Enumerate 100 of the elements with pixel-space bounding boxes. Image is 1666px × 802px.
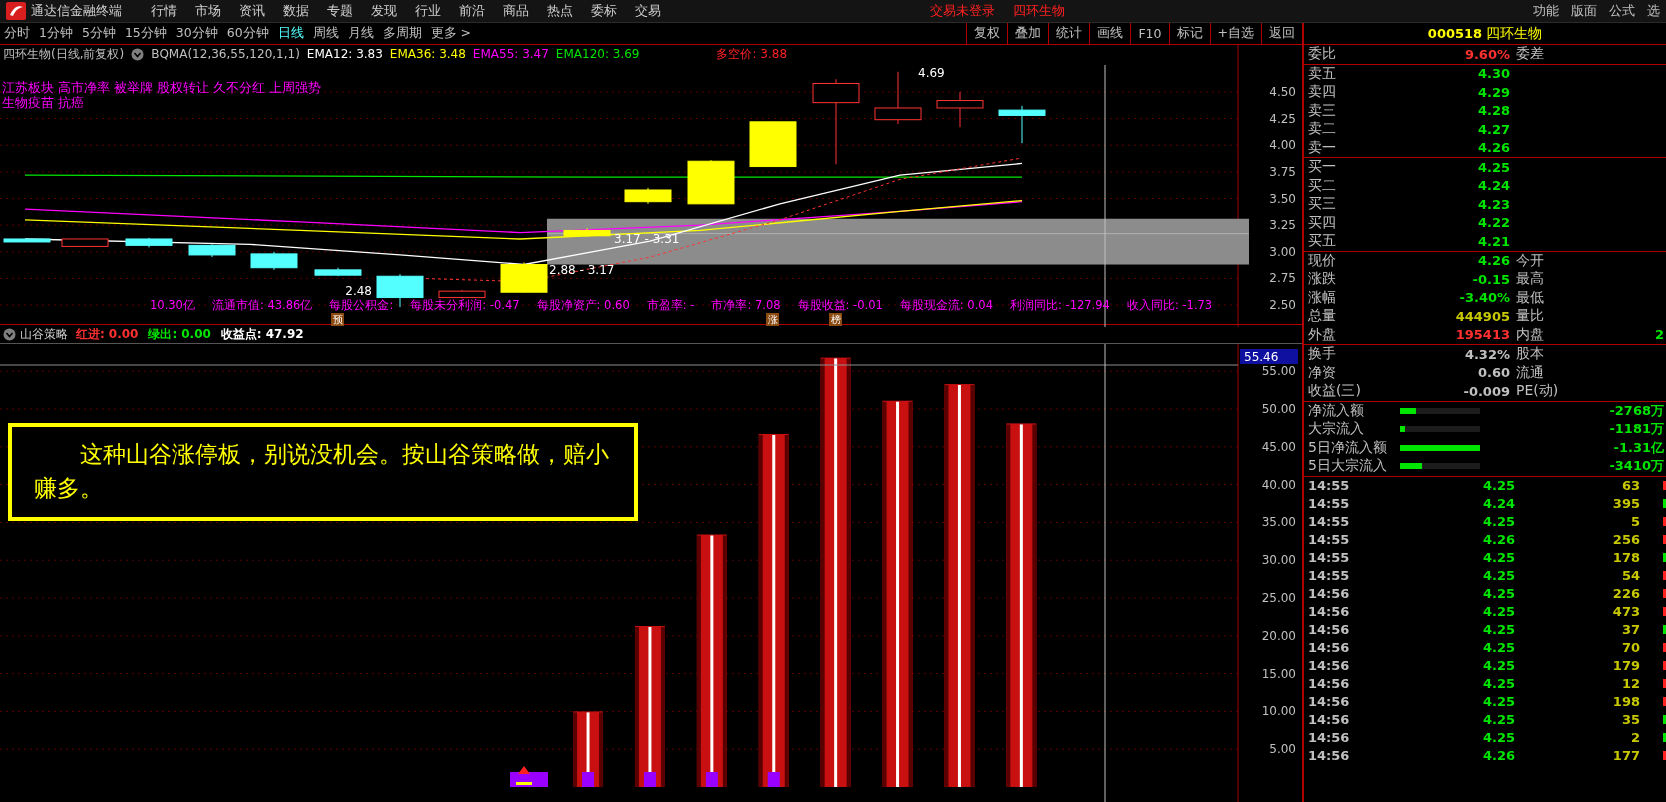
- menu-item[interactable]: 行业: [406, 2, 450, 20]
- field-label: 换手: [1308, 345, 1337, 364]
- trade-price: 4.25: [1481, 694, 1515, 709]
- trade-price: 4.24: [1481, 496, 1515, 511]
- field-label: 股本: [1516, 345, 1544, 364]
- trade-volume: 12: [1620, 676, 1640, 691]
- fundamental-value: 每股净资产: 0.60: [536, 297, 630, 313]
- note-text: 这种山谷涨停板，别说没机会。按山谷策略做，赔小赚多。: [8, 423, 638, 521]
- field-label: 卖三: [1308, 101, 1337, 120]
- trade-time: 14:55: [1308, 496, 1351, 511]
- chart-title: 四环生物(日线,前复权): [3, 45, 125, 63]
- menu-item[interactable]: 发现: [362, 2, 406, 20]
- period-tab[interactable]: 多周期: [382, 24, 422, 42]
- axis-label: 4.50: [1269, 84, 1296, 99]
- field-label: 净资: [1308, 363, 1337, 382]
- stock-name: 四环生物: [1486, 24, 1543, 43]
- period-tab[interactable]: 更多 >: [430, 24, 472, 42]
- status-text: 四环生物: [1013, 2, 1065, 20]
- menu-item[interactable]: 交易: [626, 2, 670, 20]
- event-badge[interactable]: 预: [331, 312, 344, 326]
- axis-label: 20.00: [1261, 628, 1296, 643]
- period-tab[interactable]: 月线: [347, 24, 374, 42]
- field-label: 买一: [1308, 158, 1337, 177]
- axis-label: 5.00: [1269, 742, 1296, 757]
- field-label: 大宗流入: [1308, 420, 1365, 439]
- menu-item[interactable]: 委标: [582, 2, 626, 20]
- menu-item[interactable]: 资讯: [230, 2, 274, 20]
- axis-label: 3.25: [1269, 217, 1296, 232]
- dropdown-icon[interactable]: [3, 327, 16, 341]
- candle: [125, 237, 173, 248]
- menu-item[interactable]: 版面: [1565, 2, 1603, 20]
- menu-item[interactable]: 专题: [318, 2, 362, 20]
- bid-price: 4.24: [1476, 178, 1510, 194]
- trade-time: 14:55: [1308, 514, 1351, 529]
- period-tab[interactable]: 周线: [312, 24, 339, 42]
- indicator-name: 山谷策略: [20, 325, 68, 343]
- field-value: -3.40%: [1458, 290, 1510, 306]
- readout-label: 红进:: [76, 325, 105, 343]
- price-annotation: 2.88 - 3.17: [549, 262, 615, 277]
- trade-price: 4.25: [1481, 550, 1515, 565]
- trade-price: 4.25: [1481, 568, 1515, 583]
- fundamental-value: 市净率: 7.08: [711, 297, 781, 313]
- axis-label: 2.50: [1269, 297, 1296, 312]
- menu-item[interactable]: 选: [1641, 2, 1666, 20]
- trade-volume: 35: [1620, 712, 1640, 727]
- trade-time: 14:56: [1308, 622, 1351, 637]
- period-tab[interactable]: 5分钟: [81, 24, 116, 42]
- fundamental-value: 每股收益: -0.01: [797, 297, 883, 313]
- event-badge[interactable]: 涨: [766, 312, 779, 326]
- dropdown-icon[interactable]: [131, 47, 145, 61]
- period-tab[interactable]: 30分钟: [175, 24, 218, 42]
- ask-price: 4.27: [1476, 121, 1510, 137]
- concept-tags: 江苏板块 高市净率 被举牌 股权转让 久不分红 上周强势: [2, 79, 321, 95]
- axis-label: 4.00: [1269, 138, 1296, 153]
- menu-item[interactable]: 商品: [494, 2, 538, 20]
- field-label: 涨跌: [1308, 270, 1337, 289]
- fundamental-value: 市盈率: -: [646, 297, 695, 313]
- period-tab[interactable]: 日线: [277, 24, 304, 42]
- menu-item[interactable]: 公式: [1603, 2, 1641, 20]
- menu-item[interactable]: 前沿: [450, 2, 494, 20]
- trade-price: 4.25: [1481, 658, 1515, 673]
- menu-item[interactable]: 热点: [538, 2, 582, 20]
- event-badge[interactable]: 榜: [829, 312, 842, 326]
- axis-label: 4.25: [1269, 111, 1296, 126]
- bid-price: 4.22: [1476, 215, 1510, 231]
- field-label: 净流入额: [1308, 401, 1365, 420]
- trade-volume: 63: [1620, 478, 1640, 493]
- period-tab[interactable]: 分时: [4, 24, 30, 42]
- axis-label: 25.00: [1261, 591, 1296, 605]
- fundamental-value: 每股现金流: 0.04: [899, 297, 993, 313]
- period-tab[interactable]: 15分钟: [124, 24, 167, 42]
- field-label: 流通: [1516, 363, 1544, 382]
- axis-label: 3.50: [1269, 191, 1296, 206]
- concept-tags: 生物疫苗 抗癌: [2, 94, 84, 110]
- field-label: 量比: [1516, 307, 1544, 326]
- field-label: 卖五: [1308, 64, 1337, 83]
- trade-time: 14:56: [1308, 730, 1351, 745]
- trade-price: 4.25: [1481, 586, 1515, 601]
- axis-label: 45.00: [1261, 439, 1296, 454]
- field-value: 4.32%: [1463, 346, 1510, 362]
- candle: [687, 159, 735, 205]
- field-label: 内盘: [1516, 325, 1544, 344]
- trade-time: 14:56: [1308, 694, 1351, 709]
- trade-time: 14:55: [1308, 568, 1351, 583]
- menu-item[interactable]: 功能: [1527, 2, 1565, 20]
- axis-label: 30.00: [1261, 553, 1296, 568]
- field-label: 卖一: [1308, 138, 1337, 157]
- trade-price: 4.25: [1481, 604, 1515, 619]
- period-tab[interactable]: 60分钟: [226, 24, 269, 42]
- candle: [500, 261, 548, 293]
- menu-item[interactable]: 数据: [274, 2, 318, 20]
- trade-price: 4.26: [1481, 532, 1515, 547]
- trade-time: 14:55: [1308, 478, 1351, 493]
- fundamental-value: 每股公积金:: [329, 297, 394, 313]
- period-tab[interactable]: 1分钟: [39, 24, 73, 42]
- field-label: 5日净流入额: [1308, 438, 1388, 457]
- menu-item[interactable]: 市场: [186, 2, 230, 20]
- menu-item[interactable]: 行情: [142, 2, 186, 20]
- field-label: 现价: [1308, 251, 1337, 270]
- trade-volume: 54: [1620, 568, 1640, 583]
